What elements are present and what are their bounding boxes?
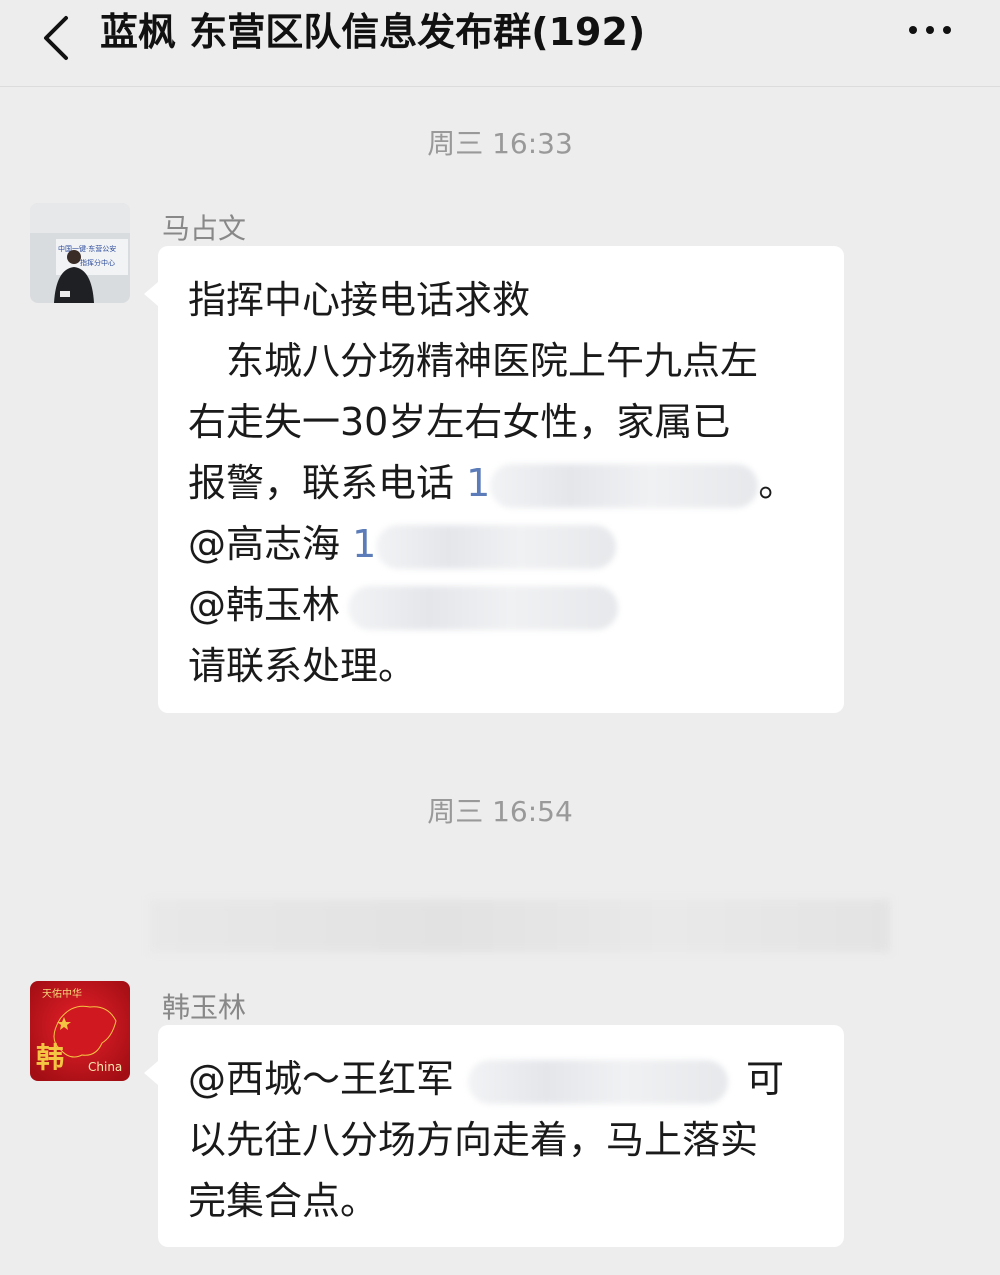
message-line: 东城八分场精神医院上午九点左: [188, 339, 759, 383]
message-line: @西城～王红军 可: [188, 1049, 816, 1110]
chat-header: 蓝枫 东营区队信息发布群(192): [0, 0, 1000, 87]
svg-text:天佑中华: 天佑中华: [42, 987, 82, 1000]
avatar-flag-map: 天佑中华 韩 China: [30, 981, 130, 1081]
redacted-phone: [348, 585, 619, 630]
message-bubble[interactable]: 指挥中心接电话求救 东城八分场精神医院上午九点左 右走失一30岁左右女性，家属已…: [144, 246, 844, 713]
back-button[interactable]: [30, 8, 80, 68]
sender-name: 马占文: [162, 212, 247, 245]
message-text: 。: [758, 461, 797, 505]
message-line: 完集合点。: [188, 1179, 379, 1223]
message-line: 请联系处理。: [188, 644, 417, 688]
message-line: 报警，联系电话 1 。: [188, 453, 816, 514]
chat-title: 蓝枫 东营区队信息发布群(192): [100, 10, 646, 54]
message-text: 报警，联系电话: [188, 461, 455, 505]
mention[interactable]: @韩玉林: [188, 583, 340, 627]
message-line: @高志海 1: [188, 514, 816, 575]
mention[interactable]: @高志海: [188, 522, 340, 566]
message-text: 可: [746, 1057, 785, 1101]
phone-link[interactable]: 1: [466, 461, 490, 505]
timestamp: 周三 16:54: [427, 795, 573, 828]
timestamp: 周三 16:33: [427, 127, 573, 160]
redacted-notice: [150, 900, 890, 952]
message-line: 指挥中心接电话求救: [188, 278, 531, 322]
redacted-phone: [468, 1059, 729, 1104]
more-dots-icon[interactable]: [898, 10, 962, 50]
redacted-phone: [490, 463, 759, 508]
svg-text:中国一键·东营公安: 中国一键·东营公安: [58, 244, 116, 253]
svg-text:China: China: [88, 1060, 122, 1074]
message-bubble[interactable]: @西城～王红军 可 以先往八分场方向走着，马上落实 完集合点。: [144, 1025, 844, 1247]
message-line: @韩玉林: [188, 575, 816, 636]
svg-text:指挥分中心: 指挥分中心: [80, 258, 115, 267]
chevron-left-icon: [44, 16, 68, 60]
avatar-photo: 中国一键·东营公安 指挥分中心: [30, 203, 130, 303]
sender-name: 韩玉林: [162, 991, 247, 1024]
redacted-phone: [376, 524, 617, 569]
avatar[interactable]: 中国一键·东营公安 指挥分中心: [30, 203, 130, 303]
avatar[interactable]: 天佑中华 韩 China: [30, 981, 130, 1081]
message-line: 右走失一30岁左右女性，家属已: [188, 400, 731, 444]
mention[interactable]: @西城～王红军: [188, 1057, 454, 1101]
message-line: 以先往八分场方向走着，马上落实: [188, 1118, 759, 1162]
svg-text:韩: 韩: [36, 1041, 64, 1074]
phone-link[interactable]: 1: [352, 522, 376, 566]
